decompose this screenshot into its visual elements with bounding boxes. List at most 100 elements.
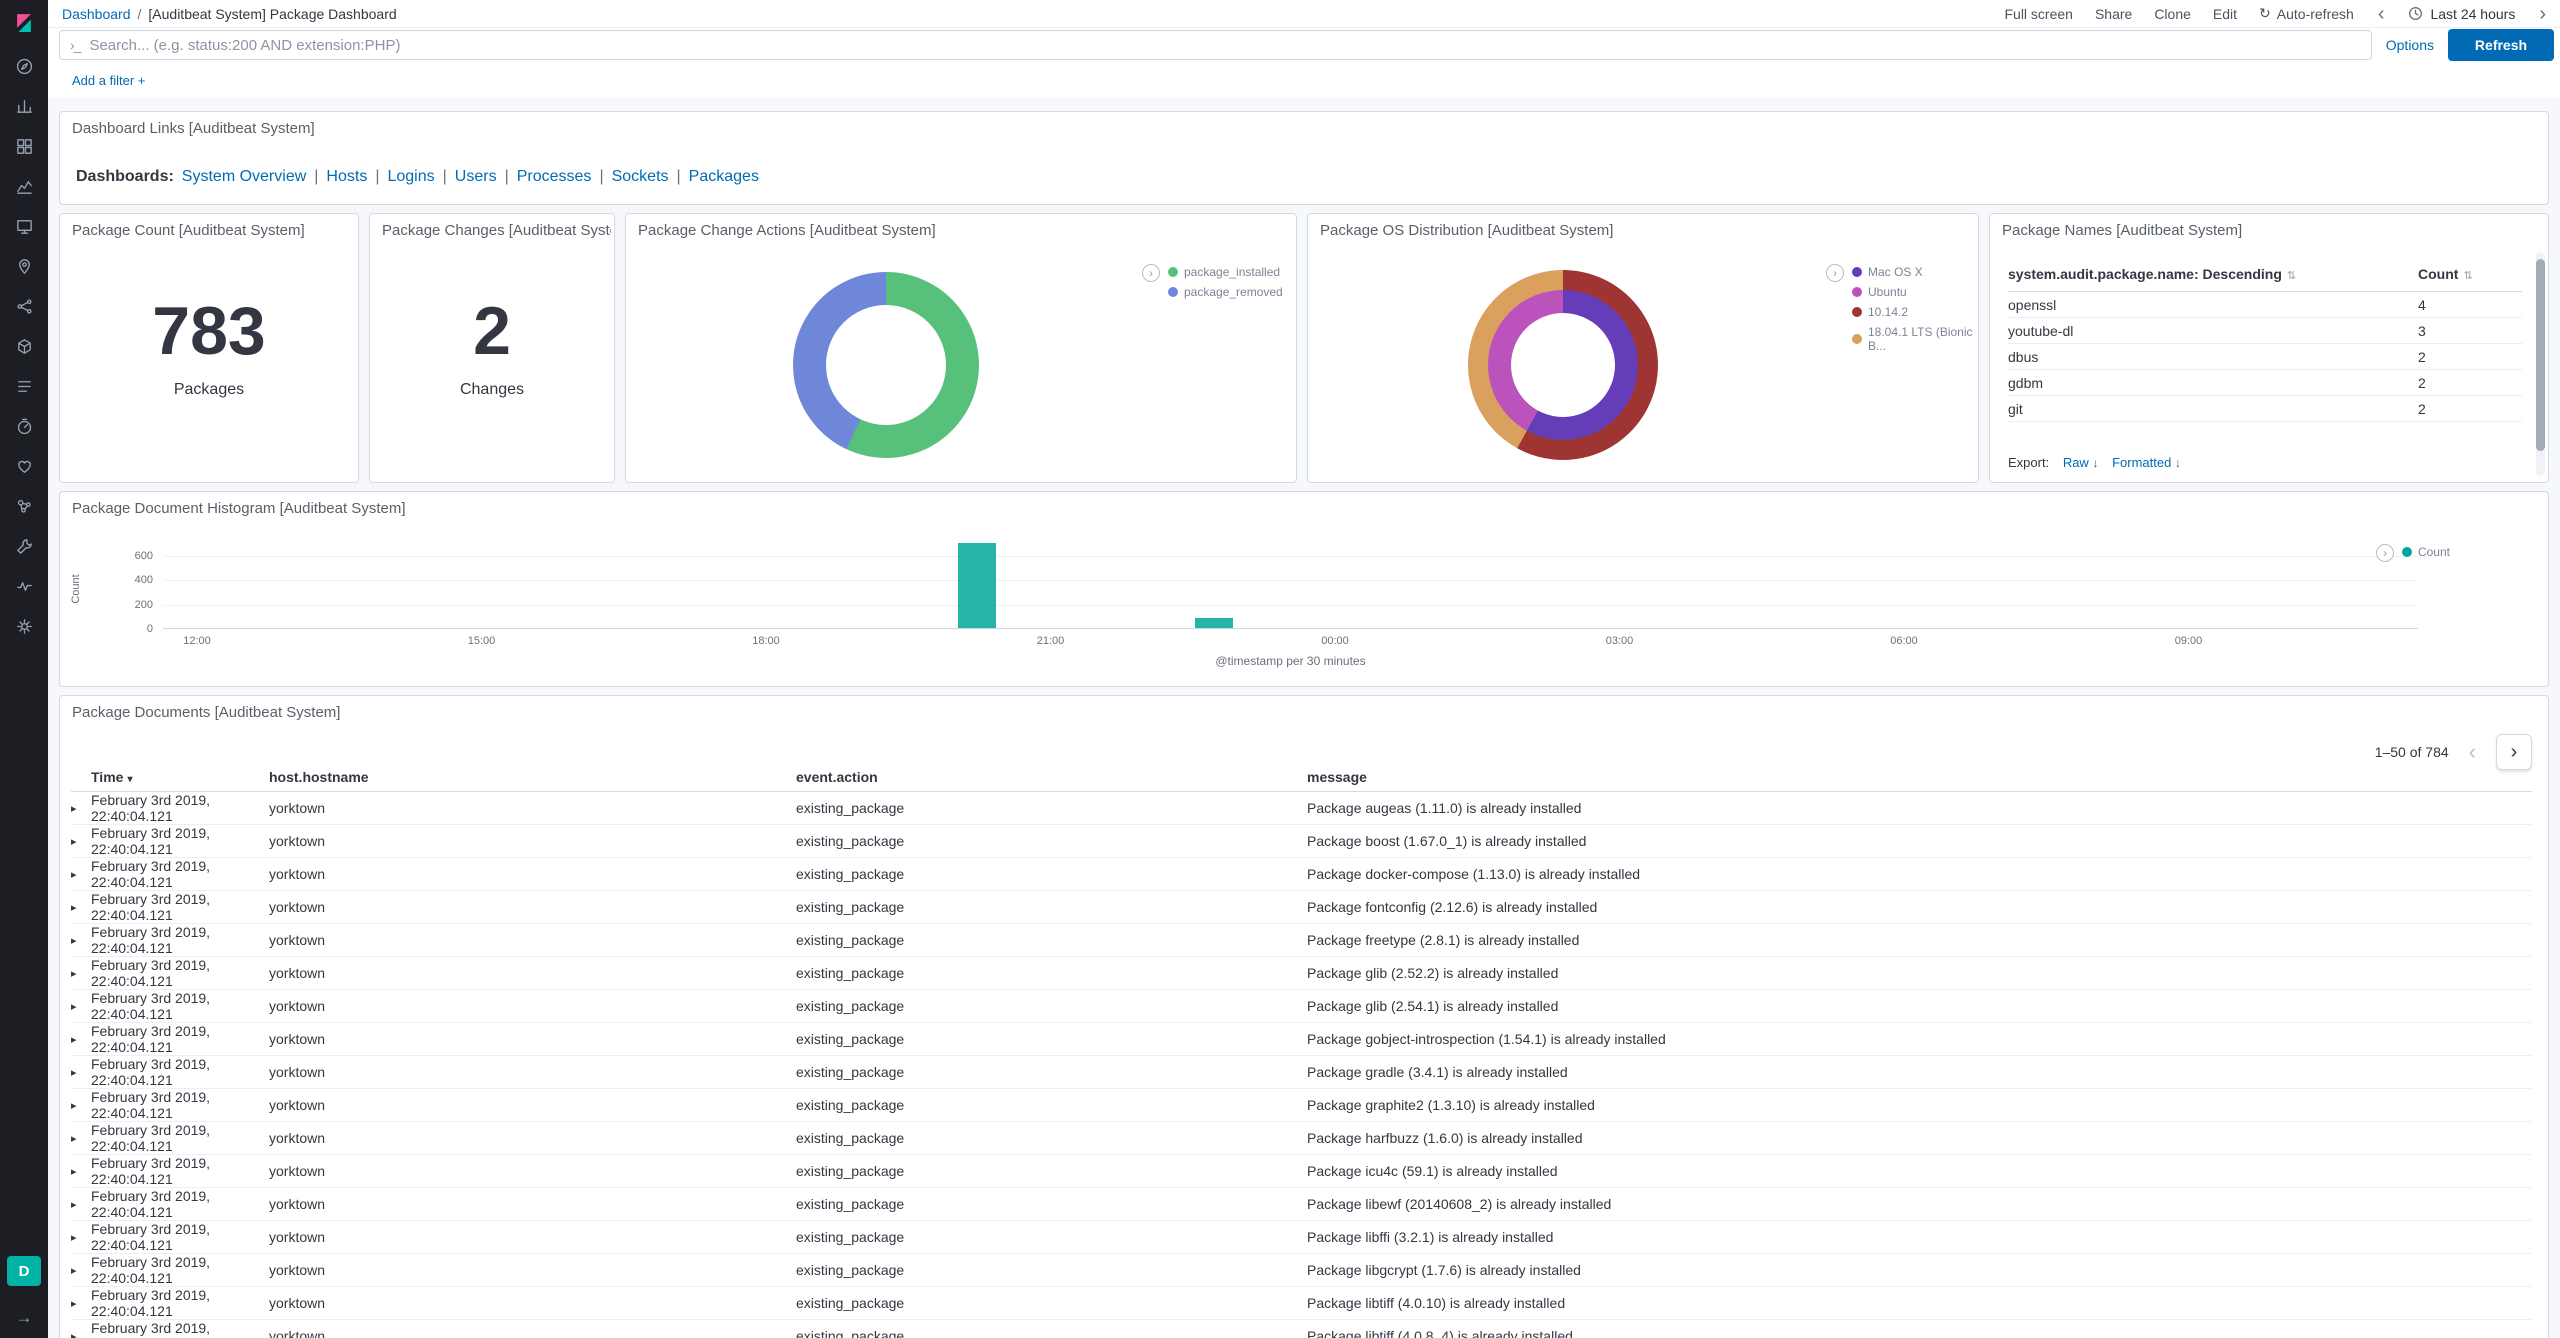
expand-row-icon[interactable]: ▸ — [71, 1165, 91, 1178]
dashboard-link-logins[interactable]: Logins — [387, 168, 434, 185]
options-link[interactable]: Options — [2386, 37, 2434, 53]
sidebar-item-machine-learning[interactable] — [0, 286, 48, 326]
column-header-count[interactable]: Count ⇅ — [2418, 266, 2522, 282]
expand-row-icon[interactable]: ▸ — [71, 901, 91, 914]
legend-item[interactable]: Count — [2401, 545, 2450, 559]
time-forward-button[interactable]: › — [2537, 4, 2548, 24]
next-page-button[interactable]: › — [2496, 734, 2532, 770]
dashboard-link-processes[interactable]: Processes — [517, 168, 592, 185]
sidebar-item-discover[interactable] — [0, 46, 48, 86]
export-raw-link[interactable]: Raw ↓ — [2063, 455, 2099, 470]
table-row[interactable]: youtube-dl 3 — [2008, 318, 2522, 344]
canvas-icon — [15, 217, 34, 236]
legend-item[interactable]: 18.04.1 LTS (Bionic B... — [1852, 325, 1978, 353]
collapse-sidebar-button[interactable]: → — [0, 1308, 48, 1328]
expand-row-icon[interactable]: ▸ — [71, 1297, 91, 1310]
legend-toggle-icon[interactable]: › — [1826, 264, 1844, 282]
legend-item[interactable]: Mac OS X — [1852, 265, 1978, 279]
table-row[interactable]: git 2 — [2008, 396, 2522, 422]
legend-toggle-icon[interactable]: › — [1142, 264, 1160, 282]
expand-row-icon[interactable]: ▸ — [71, 1198, 91, 1211]
legend-color-dot — [1852, 307, 1862, 317]
dashboard-link-sockets[interactable]: Sockets — [612, 168, 669, 185]
scrollbar[interactable] — [2536, 252, 2545, 476]
message-cell: Package glib (2.52.2) is already install… — [1307, 965, 1559, 981]
search-input[interactable] — [89, 36, 2361, 54]
sidebar-item-apm[interactable] — [0, 406, 48, 446]
histogram-bar[interactable] — [1194, 617, 1233, 628]
action-cell: existing_package — [796, 1064, 905, 1080]
time-back-button[interactable]: ‹ — [2376, 4, 2387, 24]
sidebar-item-visualize[interactable] — [0, 86, 48, 126]
share-button[interactable]: Share — [2095, 6, 2132, 22]
sidebar-item-management[interactable] — [0, 606, 48, 646]
column-header-action[interactable]: event.action — [796, 769, 1307, 785]
legend-item[interactable]: package_removed — [1168, 285, 1283, 299]
expand-row-icon[interactable]: ▸ — [71, 1264, 91, 1277]
sidebar-item-dev-tools[interactable] — [0, 526, 48, 566]
gridline — [163, 604, 2418, 606]
legend-item[interactable]: package_installed — [1168, 265, 1283, 279]
column-header-message[interactable]: message — [1307, 769, 2532, 785]
message-cell: Package freetype (2.8.1) is already inst… — [1307, 932, 1580, 948]
kibana-logo[interactable] — [0, 0, 48, 46]
sidebar-item-graph[interactable] — [0, 486, 48, 526]
table-row[interactable]: openssl 4 — [2008, 292, 2522, 318]
expand-row-icon[interactable]: ▸ — [71, 967, 91, 980]
dashboard-link-hosts[interactable]: Hosts — [326, 168, 367, 185]
time-picker-button[interactable]: Last 24 hours — [2408, 6, 2515, 22]
table-row[interactable]: dbus 2 — [2008, 344, 2522, 370]
legend-item[interactable]: 10.14.2 — [1852, 305, 1978, 319]
dashboard-link-users[interactable]: Users — [455, 168, 497, 185]
expand-row-icon[interactable]: ▸ — [71, 1033, 91, 1046]
package-change-actions-donut[interactable] — [793, 272, 979, 458]
sidebar-item-canvas[interactable] — [0, 206, 48, 246]
console-prompt-icon: ›_ — [70, 37, 81, 53]
expand-row-icon[interactable]: ▸ — [71, 1000, 91, 1013]
sidebar-item-dashboard[interactable] — [0, 126, 48, 166]
table-row[interactable]: gdbm 2 — [2008, 370, 2522, 396]
column-header-package-name[interactable]: system.audit.package.name: Descending ⇅ — [2008, 266, 2418, 282]
gridline — [163, 556, 2418, 558]
time-cell: February 3rd 2019, 22:40:04.121 — [91, 1023, 211, 1055]
sidebar-item-monitoring[interactable] — [0, 566, 48, 606]
full-screen-button[interactable]: Full screen — [2004, 6, 2072, 22]
expand-row-icon[interactable]: ▸ — [71, 934, 91, 947]
expand-row-icon[interactable]: ▸ — [71, 1066, 91, 1079]
histogram-bar[interactable] — [957, 543, 996, 628]
panel-title: Package OS Distribution [Auditbeat Syste… — [1320, 222, 1614, 239]
column-header-time[interactable]: Time ▾ — [91, 769, 269, 785]
x-axis-tick-label: 09:00 — [2174, 635, 2203, 647]
sidebar-item-maps[interactable] — [0, 246, 48, 286]
package-os-distribution-donut[interactable] — [1468, 270, 1658, 460]
add-filter-link[interactable]: Add a filter + — [72, 73, 145, 88]
scrollbar-thumb[interactable] — [2536, 258, 2545, 452]
legend-toggle-icon[interactable]: › — [2375, 544, 2394, 562]
clone-button[interactable]: Clone — [2154, 6, 2191, 22]
sidebar-item-uptime[interactable] — [0, 446, 48, 486]
breadcrumb-dashboard-link[interactable]: Dashboard — [62, 6, 131, 22]
space-badge[interactable]: D — [7, 1256, 41, 1286]
sidebar-item-infrastructure[interactable] — [0, 326, 48, 366]
expand-row-icon[interactable]: ▸ — [71, 1132, 91, 1145]
expand-row-icon[interactable]: ▸ — [71, 1231, 91, 1244]
edit-button[interactable]: Edit — [2213, 6, 2237, 22]
previous-page-button[interactable]: ‹ — [2465, 741, 2480, 763]
column-header-host[interactable]: host.hostname — [269, 769, 796, 785]
legend-item[interactable]: Ubuntu — [1852, 285, 1978, 299]
time-cell: February 3rd 2019, 22:40:04.121 — [91, 1254, 211, 1286]
expand-row-icon[interactable]: ▸ — [71, 835, 91, 848]
sidebar-item-logs[interactable] — [0, 366, 48, 406]
dashboard-link-system-overview[interactable]: System Overview — [182, 168, 306, 185]
expand-row-icon[interactable]: ▸ — [71, 1330, 91, 1338]
sidebar-item-timelion[interactable] — [0, 166, 48, 206]
expand-row-icon[interactable]: ▸ — [71, 1099, 91, 1112]
dashboard-link-packages[interactable]: Packages — [689, 168, 759, 185]
refresh-button[interactable]: Refresh — [2448, 29, 2554, 61]
auto-refresh-button[interactable]: ↻ Auto-refresh — [2259, 5, 2354, 22]
link-separator: | — [504, 168, 509, 185]
expand-row-icon[interactable]: ▸ — [71, 802, 91, 815]
time-cell: February 3rd 2019, 22:40:04.121 — [91, 1221, 211, 1253]
export-formatted-link[interactable]: Formatted ↓ — [2112, 455, 2181, 470]
expand-row-icon[interactable]: ▸ — [71, 868, 91, 881]
